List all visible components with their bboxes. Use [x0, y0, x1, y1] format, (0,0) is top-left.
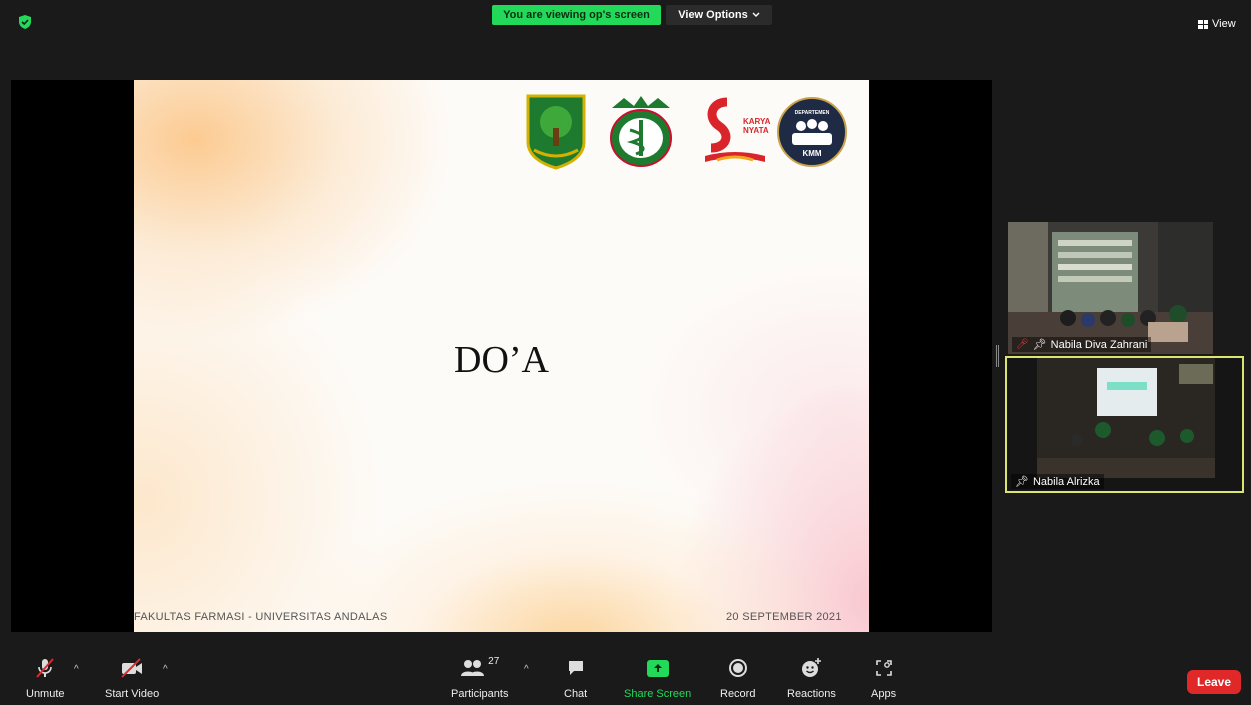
participant-name: Nabila Diva Zahrani: [1050, 338, 1148, 351]
karya-nyata-logo: KARYA NYATA: [705, 97, 771, 162]
gallery-grid-icon: [1198, 19, 1208, 29]
presentation-slide: KARYA NYATA DEPARTEMEN KMM DO’A FAKULTAS…: [134, 80, 869, 632]
microphone-muted-icon: [33, 656, 57, 680]
view-button-label: View: [1212, 18, 1236, 30]
leave-meeting-button[interactable]: Leave: [1187, 670, 1241, 694]
slide-footer-date: 20 SEPTEMBER 2021: [726, 611, 842, 623]
pin-icon: 📌︎: [1032, 339, 1047, 351]
reactions-button[interactable]: Reactions: [787, 656, 836, 700]
logo-text-kmm: KMM: [802, 149, 821, 158]
share-screen-icon: [646, 656, 669, 680]
record-label: Record: [720, 688, 756, 700]
top-bar: You are viewing op's screen View Options…: [0, 0, 1251, 46]
apps-button[interactable]: Apps: [871, 656, 896, 700]
apps-icon: [874, 656, 894, 680]
chat-button[interactable]: Chat: [564, 656, 587, 700]
video-options-caret-icon[interactable]: ^: [163, 664, 168, 675]
unmute-label: Unmute: [26, 688, 65, 700]
smiley-add-icon: [800, 656, 822, 680]
participant-name-tag: 📌︎ Nabila Alrizka: [1011, 474, 1104, 489]
security-shield-icon[interactable]: [17, 14, 33, 30]
share-screen-label: Share Screen: [624, 688, 692, 700]
video-off-icon: [119, 656, 145, 680]
participant-video-feed: [1008, 222, 1213, 354]
muted-mic-icon: 🎤︎: [1016, 339, 1029, 350]
participants-label: Participants: [451, 688, 509, 700]
logo-text-nyata: NYATA: [743, 126, 769, 135]
slide-footer-institution: FAKULTAS FARMASI - UNIVERSITAS ANDALAS: [134, 611, 388, 623]
participants-icon: 27: [460, 656, 499, 680]
view-options-button[interactable]: View Options: [666, 5, 772, 25]
audio-options-caret-icon[interactable]: ^: [74, 664, 79, 675]
view-options-label: View Options: [678, 9, 748, 21]
meeting-toolbar: Unmute ^ Start Video ^ 27 Participants ^: [0, 644, 1251, 705]
participant-count: 27: [488, 656, 500, 667]
logo-text-karya: KARYA: [743, 117, 771, 126]
chat-label: Chat: [564, 688, 588, 700]
viewing-screen-banner: You are viewing op's screen: [492, 5, 661, 25]
participants-options-caret-icon[interactable]: ^: [524, 664, 529, 675]
record-button[interactable]: Record: [720, 656, 755, 700]
panel-resize-handle[interactable]: [996, 345, 999, 367]
share-screen-button[interactable]: Share Screen: [624, 656, 691, 700]
university-crest-logo: [526, 94, 586, 170]
start-video-button[interactable]: Start Video: [105, 656, 159, 700]
record-icon: [728, 656, 748, 680]
slide-title: DO’A: [454, 339, 549, 381]
pin-icon: 📌︎: [1015, 476, 1029, 488]
participant-video-tile[interactable]: 🎤︎ 📌︎ Nabila Diva Zahrani: [1008, 222, 1213, 354]
participant-video-feed: [1007, 358, 1242, 491]
chat-bubble-icon: [566, 656, 586, 680]
participants-button[interactable]: 27 Participants: [451, 656, 508, 700]
reactions-label: Reactions: [787, 688, 836, 700]
chevron-down-icon: [752, 12, 760, 17]
participant-name-tag: 🎤︎ 📌︎ Nabila Diva Zahrani: [1012, 337, 1152, 352]
participant-name: Nabila Alrizka: [1032, 475, 1100, 488]
logo-text-departemen: DEPARTEMEN: [795, 110, 830, 116]
kmm-department-logo: DEPARTEMEN KMM: [777, 97, 847, 167]
unmute-button[interactable]: Unmute: [26, 656, 65, 700]
view-button[interactable]: View: [1198, 17, 1236, 31]
participant-video-tile-active-speaker[interactable]: 📌︎ Nabila Alrizka: [1005, 356, 1244, 493]
pharmacy-faculty-logo: [610, 96, 672, 167]
apps-label: Apps: [871, 688, 897, 700]
start-video-label: Start Video: [105, 688, 160, 700]
